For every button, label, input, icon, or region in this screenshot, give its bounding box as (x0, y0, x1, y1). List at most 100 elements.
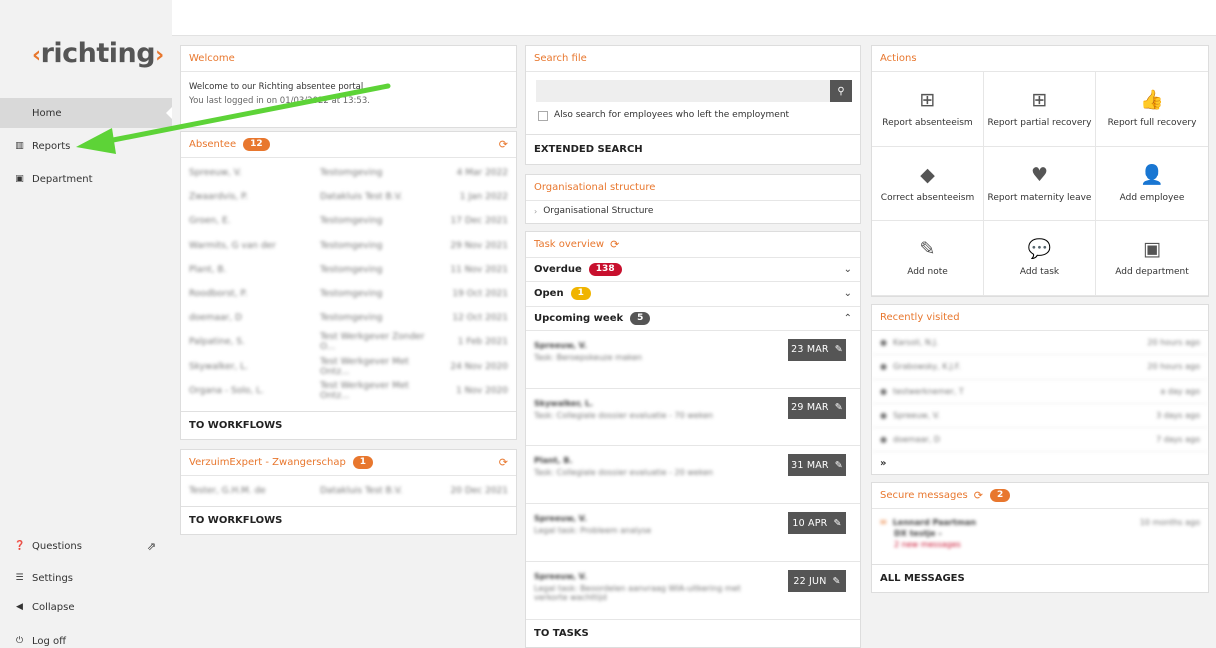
list-item[interactable]: ● doemaar, D 7 days ago (872, 428, 1208, 453)
table-row[interactable]: Zwaardvis, P. Datakluis Test B.V. 1 Jan 20… (181, 185, 516, 209)
action-correct-absenteeism[interactable]: ◆ Correct absenteeism (872, 146, 984, 221)
list-item[interactable]: ● Spreeuw, V. 3 days ago (872, 404, 1208, 429)
all-messages-link[interactable]: ALL MESSAGES (872, 564, 1208, 592)
task-date-button[interactable]: 31 MAR ✎ (788, 454, 846, 477)
action-add-note[interactable]: ✎ Add note (872, 221, 984, 296)
extended-search-label: EXTENDED SEARCH (534, 144, 643, 155)
to-workflows-link[interactable]: TO WORKFLOWS (181, 411, 516, 439)
chevron-down-icon: ⌄ (843, 264, 852, 276)
message-time: 10 months ago (1139, 518, 1200, 527)
table-row[interactable]: Tester, G.H.M. de Datakluis Test B.V. 20 D… (181, 479, 516, 503)
upcoming-row[interactable]: Upcoming week 5 ⌃ (526, 307, 860, 331)
employee-name: Groen, E. (189, 216, 231, 227)
list-icon: ☰ (15, 573, 24, 583)
refresh-icon[interactable]: ⟳ (499, 138, 508, 151)
table-row[interactable]: Plant, B. Testomgeving 11 Nov 2021 (181, 258, 516, 282)
to-tasks-link[interactable]: TO TASKS (526, 619, 860, 647)
extended-search-link[interactable]: EXTENDED SEARCH (526, 134, 860, 164)
external-link-icon[interactable]: ⇗ (147, 540, 156, 553)
refresh-icon[interactable]: ⟳ (610, 238, 619, 251)
task-date: 23 MAR (791, 344, 829, 356)
welcome-panel: Welcome Welcome to our Richting absentee… (180, 45, 517, 128)
action-report-partial-recovery[interactable]: ⊞ Report partial recovery (984, 72, 1096, 147)
list-item[interactable]: ● Karsoli, N.J. 20 hours ago (872, 331, 1208, 356)
message-item[interactable]: ✉ Lennard Paartman 10 months ago DX testje… (872, 509, 1208, 565)
employee-icon: ● (880, 411, 887, 421)
task-date-button[interactable]: 29 MAR ✎ (788, 396, 846, 419)
recent-panel: Recently visited ● Karsoli, N.J. 20 hours … (871, 304, 1209, 475)
recent-more-link[interactable]: » (872, 452, 1208, 474)
table-row[interactable]: Palpatine, S. Test Werkgever Zonder O... 1… (181, 330, 516, 354)
task-item[interactable]: Spreeuw, V. Legal task: Probleem analyse 1… (526, 504, 860, 563)
overdue-row[interactable]: Overdue 138 ⌄ (526, 258, 860, 283)
top-bar (172, 0, 1216, 36)
recent-title-text: Recently visited (880, 312, 960, 323)
nav-settings[interactable]: ☰ Settings (0, 568, 172, 588)
action-label: Report full recovery (1107, 118, 1197, 129)
nav-reports-label: Reports (32, 140, 71, 152)
employee-name: Zwaardvis, P. (189, 192, 248, 203)
to-tasks-label: TO TASKS (534, 627, 589, 639)
action-report-full-recovery[interactable]: 👍 Report full recovery (1096, 72, 1208, 147)
nav-department[interactable]: ▣ Department (0, 169, 172, 189)
absence-date: 12 Oct 2021 (452, 313, 508, 324)
table-row[interactable]: Organa - Solo, L. Test Werkgever Met Ontz… (181, 379, 516, 403)
richting-logo[interactable]: ‹richting› (32, 38, 164, 69)
absence-date: 17 Dec 2021 (450, 216, 509, 227)
task-description: Task: Collegiale dossier evaluatie - 70 … (534, 410, 714, 420)
recent-time: 3 days ago (1156, 411, 1200, 421)
table-row[interactable]: Roodborst, P. Testomgeving 19 Oct 2021 (181, 282, 516, 306)
action-label: Add task (1019, 267, 1060, 278)
refresh-icon[interactable]: ⟳ (974, 489, 983, 502)
absentee-count-badge: 12 (243, 138, 270, 151)
left-employment-checkbox[interactable] (538, 111, 548, 121)
task-item[interactable]: Spreeuw, V. Task: Beroepskeuze maken 23 MA… (526, 331, 860, 389)
org-tree-item[interactable]: › Organisational Structure (526, 201, 860, 221)
employer-name: Datakluis Test B.V. (320, 486, 403, 497)
pencil-icon: ✎ (919, 238, 936, 261)
absence-date: 1 Jan 2022 (459, 192, 508, 203)
absentee-panel: Absentee 12 ⟳ Spreeuw, V. Testomgeving 4 M… (180, 131, 517, 440)
nav-collapse[interactable]: ◀ Collapse (0, 597, 172, 617)
action-label: Add department (1115, 267, 1189, 278)
task-info: Skywalker, L. Task: Collegiale dossier ev… (534, 399, 764, 420)
action-label: Report absenteeism (882, 118, 973, 129)
table-row[interactable]: Spreeuw, V. Testomgeving 4 Mar 2022 (181, 161, 516, 185)
absentee-title: Absentee 12 ⟳ (181, 132, 516, 158)
action-report-absenteeism[interactable]: ⊞ Report absenteeism (872, 72, 984, 147)
action-add-task[interactable]: 💬 Add task (984, 221, 1096, 296)
recent-name: Spreeuw, V. (892, 411, 940, 421)
task-date: 29 MAR (791, 402, 829, 414)
action-add-department[interactable]: ▣ Add department (1096, 221, 1208, 296)
to-workflows-link[interactable]: TO WORKFLOWS (181, 506, 516, 534)
action-report-maternity-leave[interactable]: ♥ Report maternity leave (984, 146, 1096, 221)
absence-date: 11 Nov 2021 (450, 264, 508, 275)
nav-questions[interactable]: ❓ Questions ⇗ (0, 536, 172, 556)
search-button[interactable]: ⚲ (830, 80, 852, 102)
medkit-icon: ⊞ (1031, 89, 1048, 112)
chevron-down-icon: ⌄ (843, 288, 852, 300)
table-row[interactable]: doemaar, D Testomgeving 12 Oct 2021 (181, 306, 516, 330)
task-item[interactable]: Spreeuw, V. Legal task: Beoordelen aanvra… (526, 562, 860, 620)
table-row[interactable]: Warmits, G van der Testomgeving 29 Nov 202… (181, 234, 516, 258)
search-input[interactable] (536, 80, 830, 102)
task-overview-title-text: Task overview (534, 239, 605, 250)
task-date-button[interactable]: 10 APR ✎ (788, 512, 846, 535)
task-item[interactable]: Skywalker, L. Task: Collegiale dossier ev… (526, 389, 860, 447)
nav-home[interactable]: Home (0, 98, 172, 128)
task-date-button[interactable]: 23 MAR ✎ (788, 338, 846, 361)
pencil-icon: ✎ (833, 517, 842, 529)
table-row[interactable]: Skywalker, L. Test Werkgever Met Ontz... 2… (181, 355, 516, 379)
list-item[interactable]: ● testwerknemer, T a day ago (872, 380, 1208, 404)
verzuim-title: VerzuimExpert - Zwangerschap 1 ⟳ (181, 450, 516, 476)
action-add-employee[interactable]: 👤 Add employee (1096, 147, 1208, 221)
nav-reports[interactable]: ▥ Reports (0, 136, 172, 156)
nav-logoff[interactable]: ⏻ Log off (0, 631, 172, 648)
refresh-icon[interactable]: ⟳ (499, 456, 508, 469)
list-item[interactable]: ● Grabowsky, K.J.F. 20 hours ago (872, 355, 1208, 380)
task-date-button[interactable]: 22 JUN ✎ (788, 570, 846, 593)
open-row[interactable]: Open 1 ⌄ (526, 282, 860, 307)
task-item[interactable]: Plant, B. Task: Collegiale dossier evalua… (526, 446, 860, 505)
absence-date: 4 Mar 2022 (456, 168, 508, 179)
table-row[interactable]: Groen, E. Testomgeving 17 Dec 2021 (181, 209, 516, 233)
